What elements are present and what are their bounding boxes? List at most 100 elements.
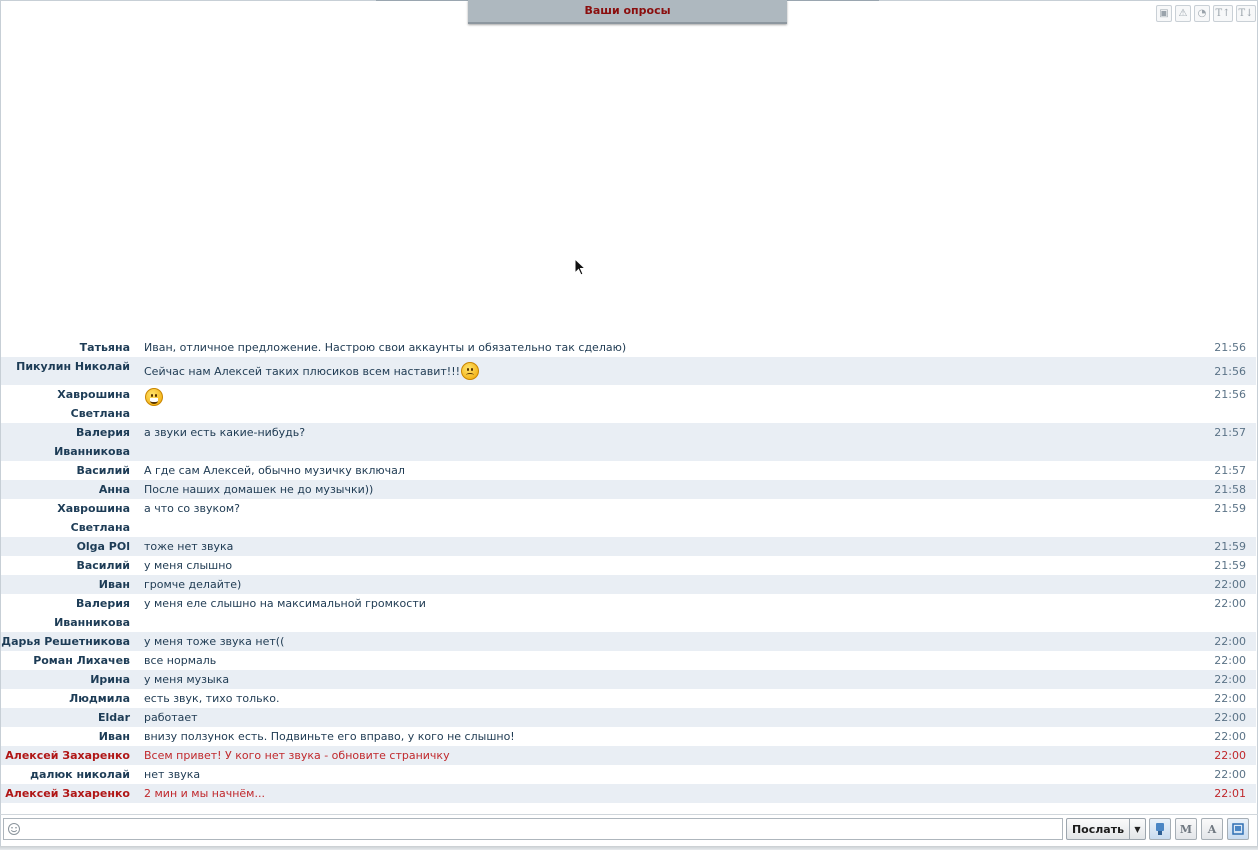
chat-message-row: Анна После наших домашек не до музычки)) 2…	[1, 480, 1256, 499]
chat-message-row: Иван громче делайте) 22:00	[1, 575, 1256, 594]
message-text: После наших домашек не до музычки))	[144, 483, 374, 496]
message-text-container: тоже нет звука	[130, 537, 1186, 556]
message-author[interactable]: Алексей Захаренко	[1, 746, 130, 765]
message-author[interactable]: Пикулин Николай	[1, 357, 130, 376]
message-timestamp: 21:58	[1214, 483, 1246, 496]
chat-message-row: Валерия Иванникова а звуки есть какие-ниб…	[1, 423, 1256, 461]
font-decrease-icon[interactable]: T↓	[1236, 5, 1256, 22]
send-options-chevron-down-icon[interactable]: ▼	[1130, 818, 1146, 840]
message-timestamp: 21:56	[1214, 341, 1246, 354]
message-author[interactable]: Василий	[1, 556, 130, 575]
message-timestamp: 22:00	[1214, 768, 1246, 781]
message-text-container: громче делайте)	[130, 575, 1186, 594]
message-timestamp: 22:00	[1214, 692, 1246, 705]
chat-message-row: Валерия Иванникова у меня еле слышно на м…	[1, 594, 1256, 632]
chat-message-row: Роман Лихачев все нормаль 22:00	[1, 651, 1256, 670]
polls-tab[interactable]: Ваши опросы	[468, 0, 787, 24]
smiley-icon[interactable]	[7, 822, 21, 836]
message-text-container: работает	[130, 708, 1186, 727]
message-timestamp: 22:01	[1214, 787, 1246, 800]
message-author[interactable]: Хаврошина Светлана	[1, 499, 130, 537]
message-author[interactable]: далюк николай	[1, 765, 130, 784]
message-author[interactable]: Дарья Решетникова	[1, 632, 130, 651]
chat-message-row: Olga POl тоже нет звука 21:59	[1, 537, 1256, 556]
message-timestamp: 21:59	[1214, 540, 1246, 553]
message-text-container: А где сам Алексей, обычно музичку включа…	[130, 461, 1186, 480]
message-text-container: у меня тоже звука нет((	[130, 632, 1186, 651]
message-text: работает	[144, 711, 198, 724]
message-text: громче делайте)	[144, 578, 242, 591]
message-text-container: а что со звуком?	[130, 499, 1186, 518]
message-text: у меня слышно	[144, 559, 233, 572]
message-text-container	[130, 385, 1186, 406]
chat-message-row: Хаврошина Светлана а что со звуком? 21:59	[1, 499, 1256, 537]
message-timestamp: 22:00	[1214, 749, 1246, 762]
format-m-icon[interactable]: M	[1175, 818, 1197, 840]
message-text-container: После наших домашек не до музычки))	[130, 480, 1186, 499]
brush-icon[interactable]	[1149, 818, 1171, 840]
message-author[interactable]: Людмила	[1, 689, 130, 708]
chat-message-row: далюк николай нет звука 22:00	[1, 765, 1256, 784]
message-text: у меня музыка	[144, 673, 230, 686]
message-input[interactable]	[3, 818, 1063, 840]
footer-divider	[0, 814, 1258, 815]
top-toolbar: ▣ ⚠ ◔ T↑ T↓	[1156, 5, 1256, 22]
message-text: Иван, отличное предложение. Настрою свои…	[144, 341, 627, 354]
chat-message-row: Татьяна Иван, отличное предложение. Настр…	[1, 338, 1256, 357]
message-author[interactable]: Валерия Иванникова	[1, 594, 130, 632]
font-size-icon[interactable]: A	[1201, 818, 1223, 840]
chat-message-row: Алексей Захаренко Всем привет! У кого нет…	[1, 746, 1256, 765]
message-author[interactable]: Роман Лихачев	[1, 651, 130, 670]
message-author[interactable]: Валерия Иванникова	[1, 423, 130, 461]
message-text-container: у меня слышно	[130, 556, 1186, 575]
message-text-container: а звуки есть какие-нибудь?	[130, 423, 1186, 442]
message-author[interactable]: Olga POl	[1, 537, 130, 556]
grin-face-icon	[145, 388, 163, 406]
send-button[interactable]: Послать	[1066, 818, 1130, 840]
chat-message-row: Василий А где сам Алексей, обычно музичку…	[1, 461, 1256, 480]
message-text: у меня еле слышно на максимальной громко…	[144, 597, 426, 610]
message-author[interactable]: Анна	[1, 480, 130, 499]
chat-message-list: Татьяна Иван, отличное предложение. Настр…	[1, 338, 1256, 803]
chat-message-row: Ирина у меня музыка 22:00	[1, 670, 1256, 689]
message-author[interactable]: Иван	[1, 727, 130, 746]
message-text: есть звук, тихо только.	[144, 692, 280, 705]
message-author[interactable]: Eldar	[1, 708, 130, 727]
message-author[interactable]: Татьяна	[1, 338, 130, 357]
message-text-container: у меня музыка	[130, 670, 1186, 689]
mouse-cursor-icon	[574, 258, 586, 276]
warning-icon[interactable]: ⚠	[1175, 5, 1191, 22]
message-timestamp: 22:00	[1214, 673, 1246, 686]
send-control: Послать ▼	[1066, 818, 1146, 840]
chat-message-row: Иван внизу ползунок есть. Подвиньте его в…	[1, 727, 1256, 746]
font-increase-icon[interactable]: T↑	[1213, 5, 1233, 22]
message-text-container: Сейчас нам Алексей таких плюсиков всем н…	[130, 362, 1186, 381]
message-author[interactable]: Василий	[1, 461, 130, 480]
message-text-container: 2 мин и мы начнём...	[130, 784, 1186, 803]
message-author[interactable]: Алексей Захаренко	[1, 784, 130, 803]
message-text-container: все нормаль	[130, 651, 1186, 670]
image-icon[interactable]: ▣	[1156, 5, 1172, 22]
message-text-container: внизу ползунок есть. Подвиньте его вправ…	[130, 727, 1186, 746]
message-timestamp: 22:00	[1214, 635, 1246, 648]
chat-message-row: Василий у меня слышно 21:59	[1, 556, 1256, 575]
message-timestamp: 21:56	[1214, 364, 1246, 378]
window-icon[interactable]	[1227, 818, 1249, 840]
chat-message-row: Eldar работает 22:00	[1, 708, 1256, 727]
message-author[interactable]: Ирина	[1, 670, 130, 689]
message-timestamp: 22:00	[1214, 730, 1246, 743]
message-timestamp: 22:00	[1214, 711, 1246, 724]
message-timestamp: 21:56	[1214, 388, 1246, 401]
message-text-container: у меня еле слышно на максимальной громко…	[130, 594, 1186, 613]
chat-message-row: Хаврошина Светлана 21:56	[1, 385, 1256, 423]
message-timestamp: 21:57	[1214, 426, 1246, 439]
sad-face-icon	[461, 362, 480, 380]
bottom-toolbar: M A	[1149, 818, 1249, 840]
message-text: 2 мин и мы начнём...	[144, 787, 265, 800]
message-text-container: нет звука	[130, 765, 1186, 784]
message-author[interactable]: Иван	[1, 575, 130, 594]
message-text: у меня тоже звука нет((	[144, 635, 285, 648]
message-author[interactable]: Хаврошина Светлана	[1, 385, 130, 423]
chart-pie-icon[interactable]: ◔	[1194, 5, 1210, 22]
message-timestamp: 21:57	[1214, 464, 1246, 477]
